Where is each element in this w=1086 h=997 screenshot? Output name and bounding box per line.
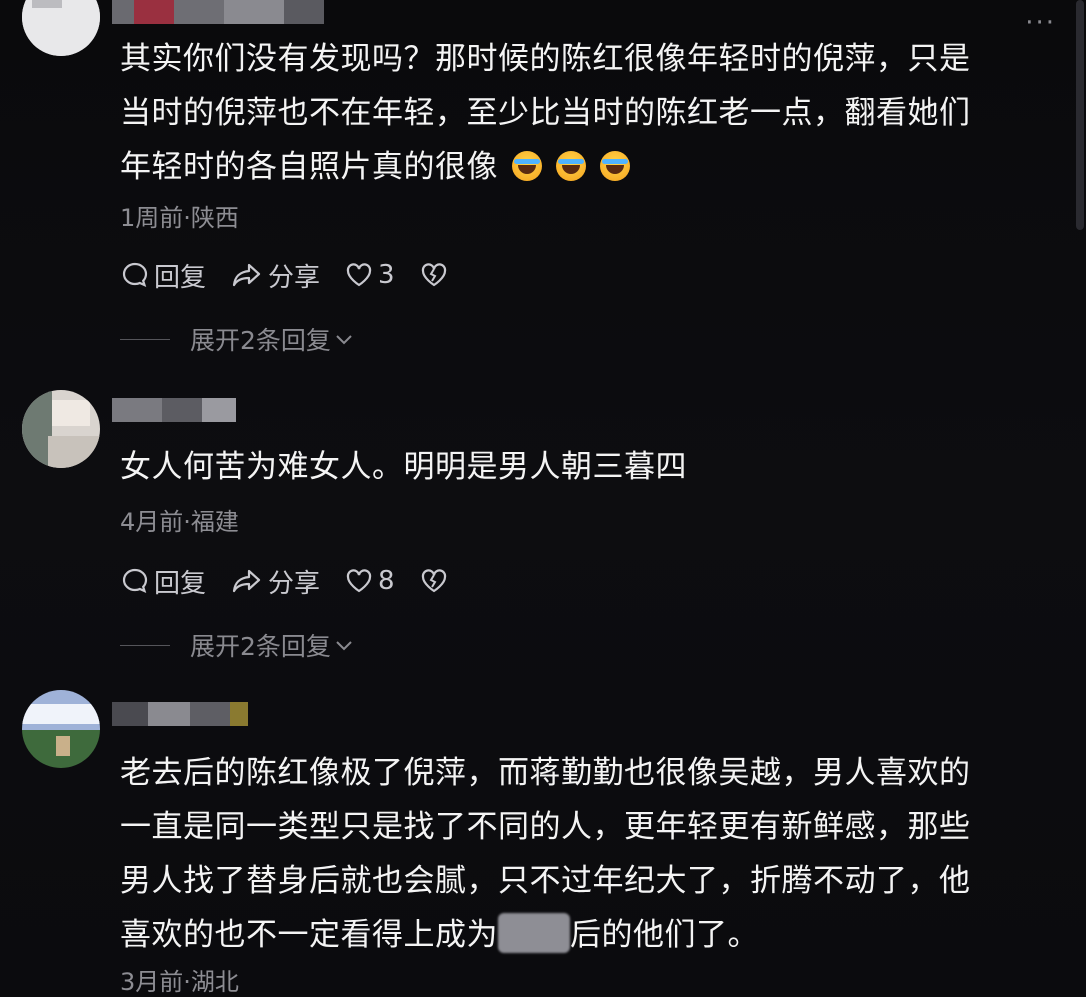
share-button[interactable]: 分享 bbox=[230, 563, 320, 600]
comment-actions: 回复 分享 3 bbox=[120, 257, 477, 294]
comment-bubble-icon bbox=[122, 262, 148, 287]
reply-button[interactable]: 回复 bbox=[120, 257, 206, 294]
broken-heart-icon bbox=[421, 569, 446, 593]
laugh-cry-emoji bbox=[600, 151, 630, 181]
username-blurred[interactable] bbox=[112, 0, 324, 24]
heart-icon bbox=[346, 569, 372, 593]
comment-meta: 1周前·陕西 bbox=[120, 204, 239, 232]
like-button[interactable]: 8 bbox=[344, 566, 395, 596]
avatar[interactable] bbox=[22, 390, 100, 468]
chevron-down-icon bbox=[336, 335, 352, 345]
expand-label: 展开2条回复 bbox=[190, 632, 331, 661]
expand-label: 展开2条回复 bbox=[190, 326, 331, 355]
dislike-button[interactable] bbox=[419, 566, 453, 596]
laugh-cry-emoji bbox=[512, 151, 542, 181]
divider-line bbox=[120, 338, 170, 340]
comment-text: 其实你们没有发现吗？那时候的陈红很像年轻时的倪萍，只是 当时的倪萍也不在年轻，至… bbox=[120, 41, 971, 185]
reply-label: 回复 bbox=[154, 568, 207, 599]
dislike-button[interactable] bbox=[419, 260, 453, 290]
expand-replies-button[interactable]: 展开2条回复 bbox=[120, 630, 355, 661]
like-count: 8 bbox=[378, 566, 395, 596]
comment-meta: 4月前·福建 bbox=[120, 508, 239, 536]
laugh-cry-emoji bbox=[556, 151, 586, 181]
username-blurred[interactable] bbox=[112, 398, 236, 422]
comment-actions: 回复 分享 8 bbox=[120, 563, 477, 600]
like-button[interactable]: 3 bbox=[344, 260, 395, 290]
broken-heart-icon bbox=[421, 263, 446, 287]
avatar[interactable] bbox=[22, 690, 100, 768]
username-blurred[interactable] bbox=[112, 702, 248, 726]
heart-icon bbox=[346, 263, 372, 287]
like-count: 3 bbox=[378, 260, 395, 290]
share-label: 分享 bbox=[268, 262, 321, 293]
expand-replies-button[interactable]: 展开2条回复 bbox=[120, 324, 355, 355]
avatar[interactable] bbox=[22, 0, 100, 56]
reply-label: 回复 bbox=[154, 262, 207, 293]
share-label: 分享 bbox=[268, 568, 321, 599]
reply-button[interactable]: 回复 bbox=[120, 563, 206, 600]
comment-text: 老去后的陈红像极了倪萍，而蒋勤勤也很像吴越，男人喜欢的 一直是同一类型只是找了不… bbox=[120, 755, 971, 953]
redacted-text-blur bbox=[498, 913, 570, 953]
comment-bubble-icon bbox=[122, 568, 148, 593]
chevron-down-icon bbox=[336, 641, 352, 651]
comment-1: 其实你们没有发现吗？那时候的陈红很像年轻时的倪萍，只是 当时的倪萍也不在年轻，至… bbox=[0, 0, 1086, 360]
share-arrow-icon bbox=[232, 263, 261, 287]
comment-meta: 3月前·湖北 bbox=[120, 968, 239, 996]
divider-line bbox=[120, 644, 170, 646]
share-button[interactable]: 分享 bbox=[230, 257, 320, 294]
comment-2: 女人何苦为难女人。明明是男人朝三暮四 4月前·福建 回复 分享 8 展开2条回复 bbox=[0, 384, 1086, 674]
comment-text: 女人何苦为难女人。明明是男人朝三暮四 bbox=[120, 449, 687, 485]
comment-3: 老去后的陈红像极了倪萍，而蒋勤勤也很像吴越，男人喜欢的 一直是同一类型只是找了不… bbox=[0, 686, 1086, 996]
share-arrow-icon bbox=[232, 569, 261, 593]
